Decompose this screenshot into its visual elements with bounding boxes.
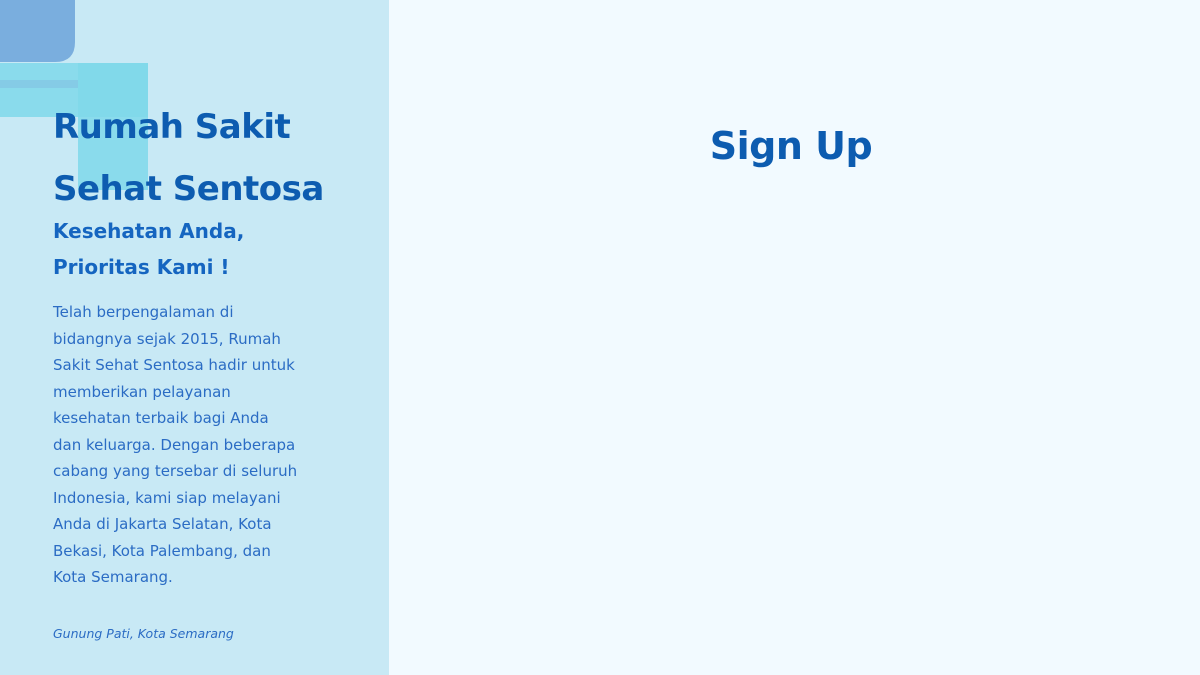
hospital-tagline: Kesehatan Anda, Prioritas Kami ! bbox=[53, 213, 353, 285]
description-line: dan keluarga. Dengan beberapa bbox=[53, 435, 296, 454]
description-line: Sakit Sehat Sentosa hadir untuk bbox=[53, 356, 295, 374]
description-line: bidangnya sejak 2015, Rumah bbox=[53, 329, 281, 348]
hospital-name: Rumah Sakit Sehat Sentosa bbox=[53, 96, 383, 220]
hospital-description: Telah berpengalaman di bidangnya sejak 2… bbox=[53, 299, 343, 591]
description-line: cabang yang tersebar di seluruh bbox=[53, 462, 298, 480]
description-line: Indonesia, kami siap melayani bbox=[53, 488, 281, 507]
hospital-location: Gunung Pati, Kota Semarang bbox=[53, 626, 234, 641]
hospital-info-panel: Rumah Sakit Sehat Sentosa Kesehatan Anda… bbox=[0, 0, 389, 675]
hospital-name-line-1: Rumah Sakit bbox=[53, 107, 291, 147]
tagline-line-2: Prioritas Kami ! bbox=[53, 255, 230, 279]
signup-heading: Sign Up bbox=[709, 124, 873, 168]
hospital-name-line-2: Sehat Sentosa bbox=[53, 169, 324, 209]
description-line: Kota Semarang. bbox=[53, 568, 173, 586]
description-line: Bekasi, Kota Palembang, dan bbox=[53, 541, 271, 560]
description-line: memberikan pelayanan bbox=[53, 382, 231, 401]
description-line: Anda di Jakarta Selatan, Kota bbox=[53, 515, 272, 533]
description-line: Telah berpengalaman di bbox=[53, 303, 234, 321]
tagline-line-1: Kesehatan Anda, bbox=[53, 219, 245, 243]
signup-page: Rumah Sakit Sehat Sentosa Kesehatan Anda… bbox=[0, 0, 1200, 675]
description-line: kesehatan terbaik bagi Anda bbox=[53, 409, 269, 427]
signup-form-area: Sign Up bbox=[389, 0, 1200, 675]
